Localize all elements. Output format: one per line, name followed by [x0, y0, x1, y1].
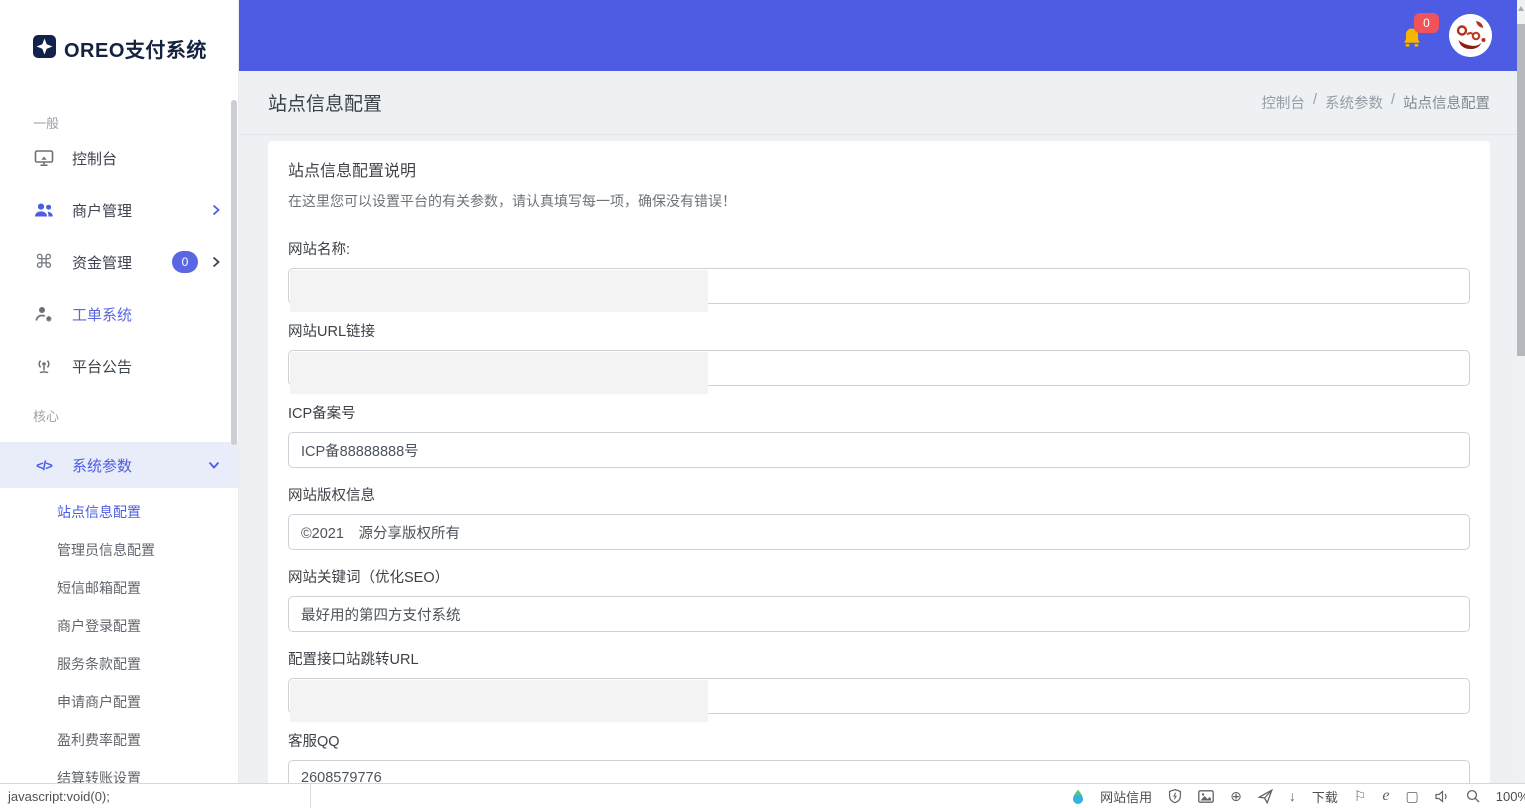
users-icon — [33, 202, 55, 218]
sidebar-item-label: 工单系统 — [72, 306, 133, 324]
window-layout-icon[interactable]: ▢ — [1406, 789, 1419, 803]
field-label: 网站版权信息 — [288, 488, 375, 504]
user-avatar[interactable] — [1449, 14, 1492, 57]
sidebar-item-funds[interactable]: ⌘ 资金管理 0 — [0, 236, 238, 288]
breadcrumb-separator: / — [1312, 92, 1317, 108]
code-icon: </> — [36, 457, 53, 473]
sidebar-item-tickets[interactable]: 工单系统 — [0, 288, 238, 340]
service-qq-input[interactable] — [288, 760, 1470, 783]
zoom-level[interactable]: 100% — [1496, 789, 1525, 804]
field-site-url: 网站URL链接 — [288, 322, 1470, 394]
picture-icon[interactable] — [1198, 789, 1214, 803]
breadcrumb-separator: / — [1390, 92, 1395, 108]
search-icon[interactable] — [1466, 789, 1480, 803]
site-url-input[interactable] — [288, 350, 1470, 386]
field-copyright: 网站版权信息 — [288, 486, 1470, 550]
sidebar-item-label: 控制台 — [72, 150, 118, 168]
broadcast-icon — [33, 357, 55, 375]
field-service-qq: 客服QQ — [288, 732, 1470, 783]
card-description: 在这里您可以设置平台的有关参数，请认真填写每一项，确保没有错误！ — [288, 193, 736, 209]
submenu-item-admin-info[interactable]: 管理员信息配置 — [0, 531, 238, 569]
page-scrollbar-thumb[interactable] — [1517, 24, 1525, 356]
flag-icon[interactable]: ⚐ — [1354, 789, 1367, 803]
download-arrow-icon[interactable]: ↓ — [1289, 789, 1296, 803]
site-config-card: 站点信息配置说明 在这里您可以设置平台的有关参数，请认真填写每一项，确保没有错误… — [268, 141, 1490, 783]
chevron-down-icon — [208, 461, 220, 469]
field-icp: ICP备案号 — [288, 404, 1470, 468]
breadcrumb-item-system-params[interactable]: 系统参数 — [1325, 92, 1383, 113]
field-label: ICP备案号 — [288, 406, 356, 422]
notification-count-badge: 0 — [1414, 13, 1439, 33]
copyright-input[interactable] — [288, 514, 1470, 550]
seo-keywords-input[interactable] — [288, 596, 1470, 632]
field-keywords: 网站关键词（优化SEO） — [288, 568, 1470, 632]
submenu-item-sms-email[interactable]: 短信邮箱配置 — [0, 569, 238, 607]
field-label: 网站URL链接 — [288, 324, 376, 340]
top-navbar: 0 — [238, 0, 1517, 71]
page-title: 站点信息配置 — [268, 94, 383, 115]
breadcrumb: 控制台 / 系统参数 / 站点信息配置 — [1261, 92, 1490, 113]
sidebar-item-label: 平台公告 — [72, 358, 133, 376]
shield-icon[interactable] — [1168, 788, 1182, 804]
ie-mode-icon[interactable]: e — [1382, 787, 1389, 805]
main-content: 站点信息配置 控制台 / 系统参数 / 站点信息配置 站点信息配置说明 在这里您… — [238, 71, 1517, 783]
submenu-item-terms[interactable]: 服务条款配置 — [0, 645, 238, 683]
logo-sparkle-icon — [33, 34, 56, 63]
sidebar-item-system-params[interactable]: </> 系统参数 — [0, 442, 238, 488]
user-gear-icon — [33, 305, 55, 323]
browser-status-bar: javascript:void(0); 网站信用 ⊕ ↓ 下载 ⚐ e ▢ 10… — [0, 783, 1525, 808]
command-icon: ⌘ — [34, 251, 54, 273]
sidebar-item-dashboard[interactable]: 控制台 — [0, 132, 238, 184]
sidebar-item-merchants[interactable]: 商户管理 — [0, 184, 238, 236]
chevron-right-icon — [212, 256, 220, 268]
icp-number-input[interactable] — [288, 432, 1470, 468]
site-name-input[interactable] — [288, 268, 1470, 304]
sidebar: OREO支付系统 一般 控制台 商户管理 ⌘ 资金管理 0 工单系统 平台公告 … — [0, 0, 238, 786]
sidebar-item-label: 商户管理 — [72, 202, 133, 220]
sidebar-item-label: 资金管理 — [72, 254, 133, 272]
funds-count-badge: 0 — [172, 251, 198, 273]
rocket-icon[interactable] — [1257, 788, 1273, 804]
scrollbar-up-arrow[interactable] — [1518, 6, 1524, 11]
sidebar-item-label: 系统参数 — [72, 457, 133, 475]
submenu-item-site-info[interactable]: 站点信息配置 — [0, 493, 238, 531]
browser-toolbar: 网站信用 ⊕ ↓ 下载 ⚐ e ▢ 100% — [1072, 784, 1525, 808]
sidebar-item-announcements[interactable]: 平台公告 — [0, 340, 238, 392]
site-credit-label[interactable]: 网站信用 — [1100, 787, 1152, 806]
submenu-item-merchant-apply[interactable]: 申请商户配置 — [0, 683, 238, 721]
page-header: 站点信息配置 控制台 / 系统参数 / 站点信息配置 — [238, 71, 1517, 135]
speaker-icon[interactable] — [1435, 789, 1450, 803]
submenu-item-profit-rate[interactable]: 盈利费率配置 — [0, 721, 238, 759]
field-label: 网站关键词（优化SEO） — [288, 570, 450, 586]
api-redirect-url-input[interactable] — [288, 678, 1470, 714]
sidebar-scrollbar-thumb[interactable] — [231, 100, 237, 445]
water-drop-icon[interactable] — [1072, 789, 1084, 804]
submenu-item-merchant-login[interactable]: 商户登录配置 — [0, 607, 238, 645]
field-label: 配置接口站跳转URL — [288, 652, 419, 668]
speed-gauge-icon[interactable]: ⊕ — [1230, 789, 1242, 803]
sidebar-section-general: 一般 — [33, 116, 60, 131]
page-scrollbar[interactable] — [1517, 0, 1525, 783]
monitor-icon — [33, 149, 55, 167]
field-label: 客服QQ — [288, 734, 340, 750]
download-label[interactable]: 下载 — [1312, 787, 1338, 806]
sidebar-section-core: 核心 — [33, 409, 60, 424]
field-api-redirect-url: 配置接口站跳转URL — [288, 650, 1470, 722]
app-title: OREO支付系统 — [64, 40, 207, 62]
chevron-right-icon — [212, 204, 220, 216]
app-logo[interactable]: OREO支付系统 — [0, 0, 238, 63]
field-site-name: 网站名称: — [288, 240, 1470, 312]
breadcrumb-item-site-info: 站点信息配置 — [1403, 96, 1490, 112]
field-label: 网站名称: — [288, 242, 351, 258]
card-heading: 站点信息配置说明 — [288, 163, 417, 180]
system-params-submenu: 站点信息配置 管理员信息配置 短信邮箱配置 商户登录配置 服务条款配置 申请商户… — [0, 488, 238, 797]
link-preview: javascript:void(0); — [0, 784, 311, 808]
breadcrumb-item-dashboard[interactable]: 控制台 — [1261, 92, 1305, 113]
